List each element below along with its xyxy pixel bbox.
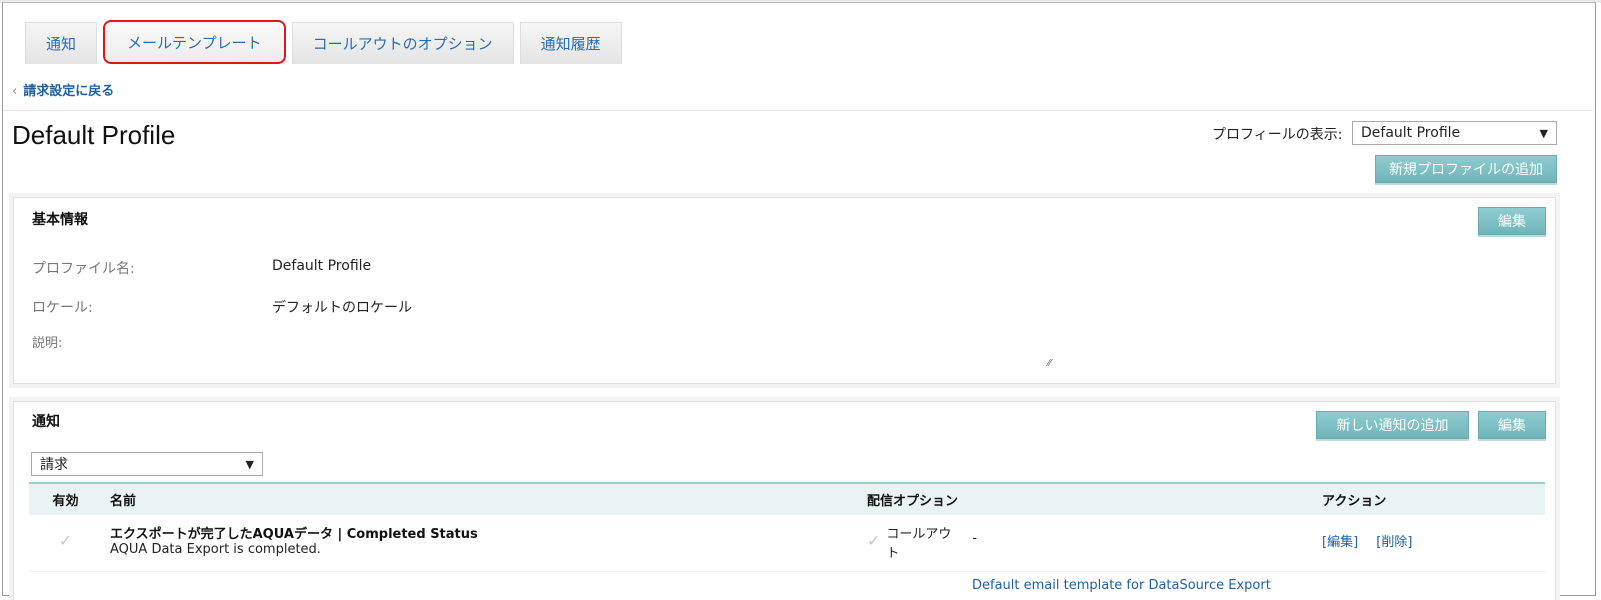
edit-action-link[interactable]: [編集]	[1322, 535, 1358, 550]
basic-info-title: 基本情報	[32, 212, 88, 228]
notification-type-select[interactable]: 請求 ▼	[31, 452, 263, 476]
divider	[3, 110, 1593, 111]
col-name[interactable]: 名前	[102, 482, 859, 515]
delivery-option: コールアウト	[886, 527, 952, 561]
add-profile-button[interactable]: 新規プロファイルの追加	[1375, 155, 1557, 183]
notification-type-value: 請求	[40, 457, 68, 473]
notifications-edit-button[interactable]: 編集	[1478, 411, 1546, 439]
notifications-table: 有効 名前 配信オプション アクション ✓ エクスポートが完了したAQUAデータ…	[29, 482, 1545, 572]
delivery-extra: -	[972, 531, 978, 546]
back-link-label: 請求設定に戻る	[23, 84, 115, 99]
page-title: Default Profile	[12, 120, 176, 150]
back-link[interactable]: ‹ 請求設定に戻る	[12, 80, 114, 99]
col-delivery: 配信オプション	[859, 482, 1314, 515]
notifications-panel: 通知 新しい通知の追加 編集 請求 ▼ 有効 名前 配信オプション アクション …	[13, 401, 1556, 600]
locale-value: デフォルトのロケール	[272, 300, 412, 316]
tab-bar: 通知 メールテンプレート コールアウトのオプション 通知履歴	[25, 20, 622, 64]
next-row-partial-link[interactable]: Default email template for DataSource Ex…	[972, 578, 1271, 593]
caret-down-icon: ▼	[1539, 126, 1548, 140]
resize-grip-icon[interactable]: ⁄⁄	[1048, 358, 1051, 369]
notification-description: AQUA Data Export is completed.	[110, 542, 321, 557]
table-header-row: 有効 名前 配信オプション アクション	[29, 482, 1545, 515]
check-icon: ✓	[867, 531, 881, 550]
description-label: 説明:	[32, 336, 63, 351]
delete-action-link[interactable]: [削除]	[1376, 535, 1412, 550]
profile-select-value: Default Profile	[1361, 125, 1461, 141]
profile-name-label: プロファイル名:	[32, 261, 135, 277]
caret-down-icon: ▼	[245, 457, 254, 471]
basic-info-panel: 基本情報 編集 プロファイル名: Default Profile ロケール: デ…	[13, 197, 1556, 384]
tab-notifications[interactable]: 通知	[25, 22, 98, 64]
profile-select[interactable]: Default Profile ▼	[1352, 121, 1557, 145]
tab-callout-options[interactable]: コールアウトのオプション	[291, 22, 514, 64]
locale-label: ロケール:	[32, 300, 93, 316]
profile-select-label: プロフィールの表示:	[1212, 127, 1343, 143]
check-icon: ✓	[58, 531, 73, 550]
table-row: ✓ エクスポートが完了したAQUAデータ | Completed Status …	[29, 515, 1545, 572]
tab-mail-templates[interactable]: メールテンプレート	[103, 20, 286, 64]
add-notification-button[interactable]: 新しい通知の追加	[1316, 411, 1469, 439]
chevron-left-icon: ‹	[12, 84, 18, 99]
notification-name: エクスポートが完了したAQUAデータ | Completed Status	[110, 527, 478, 542]
tab-notification-history[interactable]: 通知履歴	[519, 22, 622, 64]
basic-info-edit-button[interactable]: 編集	[1478, 207, 1546, 235]
col-enabled: 有効	[29, 482, 102, 515]
profile-name-value: Default Profile	[272, 258, 372, 274]
notifications-title: 通知	[32, 414, 60, 430]
col-actions: アクション	[1314, 482, 1545, 515]
